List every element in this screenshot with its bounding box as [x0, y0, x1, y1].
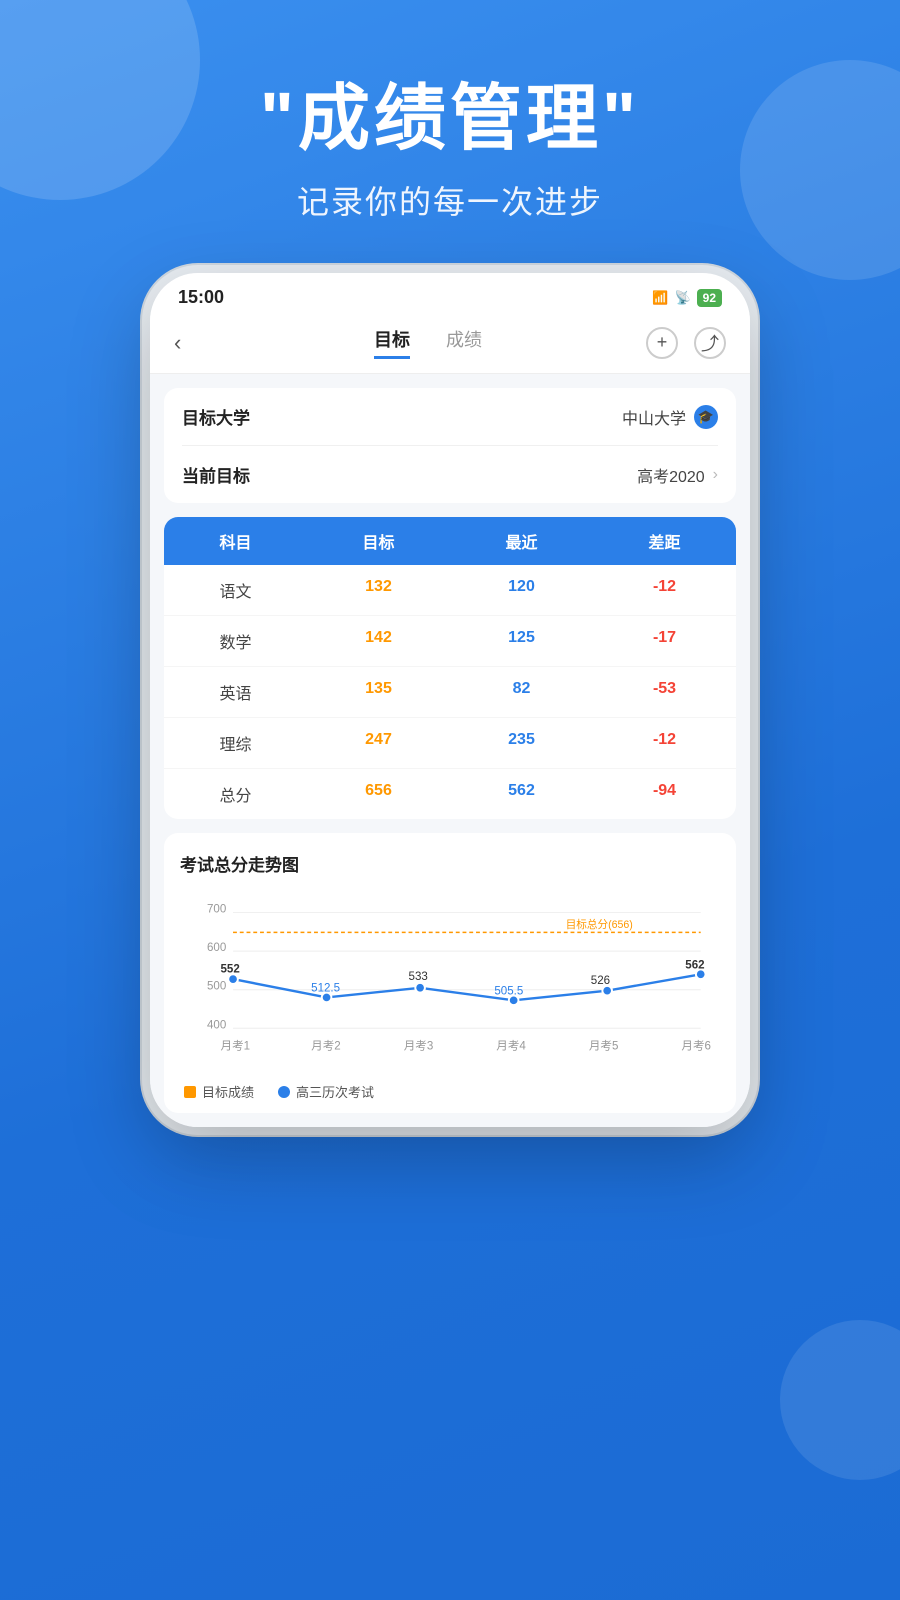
- university-row: 目标大学 中山大学 🎓: [182, 388, 718, 446]
- university-value: 中山大学 🎓: [622, 405, 718, 429]
- cell-diff: -17: [593, 629, 736, 653]
- wifi-icon: 📡: [674, 290, 690, 306]
- svg-text:400: 400: [207, 1019, 226, 1031]
- svg-text:552: 552: [221, 964, 240, 976]
- graduation-icon: 🎓: [694, 405, 718, 429]
- cell-target: 132: [307, 578, 450, 602]
- cell-recent: 562: [450, 782, 593, 806]
- legend-target: 目标成绩: [184, 1082, 254, 1101]
- table-row: 数学 142 125 -17: [164, 616, 736, 667]
- back-button[interactable]: ‹: [174, 330, 210, 356]
- svg-text:月考6: 月考6: [681, 1040, 711, 1053]
- svg-text:700: 700: [207, 904, 226, 916]
- cell-subject: 总分: [164, 782, 307, 806]
- tab-target[interactable]: 目标: [374, 326, 410, 359]
- cell-subject: 英语: [164, 680, 307, 704]
- cell-subject: 理综: [164, 731, 307, 755]
- nav-tabs: 目标 成绩: [374, 326, 482, 359]
- goal-label: 当前目标: [182, 462, 250, 487]
- university-label: 目标大学: [182, 404, 250, 429]
- svg-text:512.5: 512.5: [311, 983, 340, 995]
- cell-diff: -12: [593, 731, 736, 755]
- goal-text: 高考2020: [637, 463, 705, 487]
- chart-card: 考试总分走势图 700 600 500 400 目标总分(656): [164, 833, 736, 1113]
- cell-diff: -94: [593, 782, 736, 806]
- goal-value: 高考2020 ›: [637, 463, 718, 487]
- legend-dot-actual: [278, 1086, 290, 1098]
- cell-target: 135: [307, 680, 450, 704]
- cell-target: 247: [307, 731, 450, 755]
- chevron-right-icon: ›: [713, 466, 718, 484]
- add-button[interactable]: +: [646, 327, 678, 359]
- svg-text:月考2: 月考2: [311, 1040, 341, 1053]
- header-subject: 科目: [164, 529, 307, 553]
- nav-bar: ‹ 目标 成绩 + ⤴: [150, 316, 750, 374]
- svg-text:600: 600: [207, 942, 226, 954]
- cell-recent: 235: [450, 731, 593, 755]
- table-header: 科目 目标 最近 差距: [164, 517, 736, 565]
- cell-recent: 125: [450, 629, 593, 653]
- chart-area: 700 600 500 400 目标总分(656): [180, 892, 720, 1072]
- header-title: "成绩管理": [0, 80, 900, 159]
- cell-diff: -53: [593, 680, 736, 704]
- signal-icon: 📶: [652, 290, 668, 306]
- svg-text:533: 533: [409, 971, 428, 983]
- battery-icon: 92: [697, 289, 722, 307]
- legend-actual: 高三历次考试: [278, 1082, 374, 1101]
- header-recent: 最近: [450, 529, 593, 553]
- cell-subject: 数学: [164, 629, 307, 653]
- table-row: 语文 132 120 -12: [164, 565, 736, 616]
- phone-wrapper: 15:00 📶 📡 92 ‹ 目标 成绩 + ⤴ 目标大: [0, 273, 900, 1127]
- legend-target-label: 目标成绩: [202, 1082, 254, 1101]
- content-area: 目标大学 中山大学 🎓 当前目标 高考2020 › 科目: [150, 374, 750, 1127]
- chart-svg: 700 600 500 400 目标总分(656): [180, 892, 720, 1072]
- svg-text:月考4: 月考4: [496, 1040, 526, 1053]
- cell-subject: 语文: [164, 578, 307, 602]
- svg-text:月考1: 月考1: [221, 1040, 251, 1053]
- cell-recent: 120: [450, 578, 593, 602]
- svg-text:505.5: 505.5: [494, 986, 523, 998]
- table-row: 理综 247 235 -12: [164, 718, 736, 769]
- nav-actions: + ⤴: [646, 327, 726, 359]
- header-target: 目标: [307, 529, 450, 553]
- header-subtitle: 记录你的每一次进步: [0, 177, 900, 223]
- status-bar: 15:00 📶 📡 92: [150, 273, 750, 316]
- svg-text:月考5: 月考5: [589, 1040, 619, 1053]
- bg-circle-br: [780, 1320, 900, 1480]
- legend-dot-target: [184, 1086, 196, 1098]
- university-name: 中山大学: [622, 405, 686, 429]
- svg-text:月考3: 月考3: [404, 1040, 434, 1053]
- cell-target: 656: [307, 782, 450, 806]
- goal-row[interactable]: 当前目标 高考2020 ›: [182, 446, 718, 503]
- cell-target: 142: [307, 629, 450, 653]
- table-row: 总分 656 562 -94: [164, 769, 736, 819]
- svg-text:562: 562: [685, 960, 704, 972]
- svg-text:500: 500: [207, 981, 226, 993]
- status-time: 15:00: [178, 287, 224, 308]
- tab-score[interactable]: 成绩: [446, 326, 482, 359]
- legend-actual-label: 高三历次考试: [296, 1082, 374, 1101]
- table-rows: 语文 132 120 -12 数学 142 125 -17 英语 135 82 …: [164, 565, 736, 819]
- info-card: 目标大学 中山大学 🎓 当前目标 高考2020 ›: [164, 388, 736, 503]
- share-button[interactable]: ⤴: [694, 327, 726, 359]
- cell-diff: -12: [593, 578, 736, 602]
- phone-mockup: 15:00 📶 📡 92 ‹ 目标 成绩 + ⤴ 目标大: [150, 273, 750, 1127]
- table-row: 英语 135 82 -53: [164, 667, 736, 718]
- status-icons: 📶 📡 92: [652, 289, 722, 307]
- cell-recent: 82: [450, 680, 593, 704]
- chart-title: 考试总分走势图: [180, 851, 720, 876]
- header-diff: 差距: [593, 529, 736, 553]
- score-card: 科目 目标 最近 差距 语文 132 120 -12 数学 142 125 -1…: [164, 517, 736, 819]
- svg-text:目标总分(656): 目标总分(656): [566, 918, 633, 931]
- svg-text:526: 526: [591, 975, 610, 987]
- chart-legend: 目标成绩 高三历次考试: [180, 1082, 720, 1101]
- header-section: "成绩管理" 记录你的每一次进步: [0, 0, 900, 223]
